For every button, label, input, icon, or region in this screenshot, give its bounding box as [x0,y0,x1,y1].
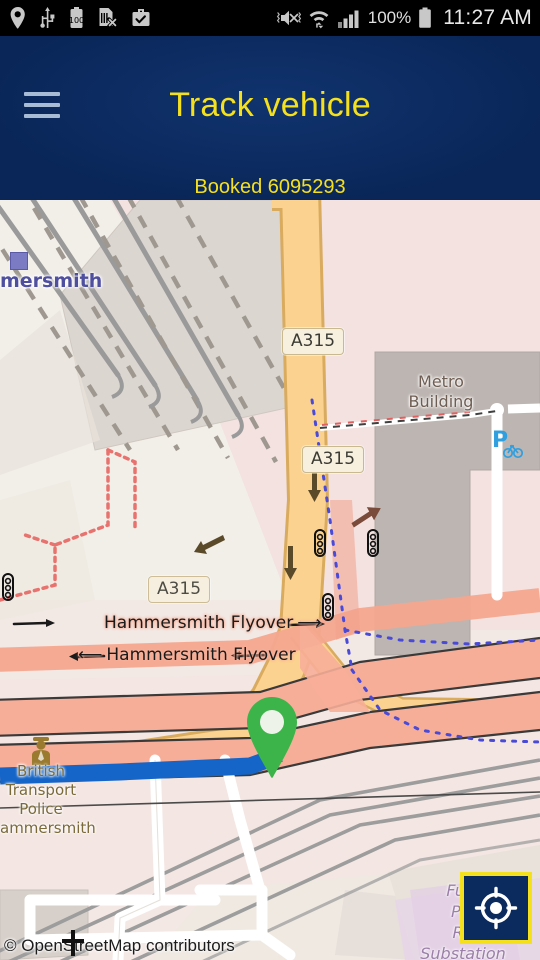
my-location-button[interactable] [460,872,532,944]
clock-label: 11:27 AM [443,6,532,29]
sd-card-removed-icon [99,8,117,28]
cellular-signal-icon [337,10,359,28]
status-bar-left-icons: 100 [0,7,151,29]
battery-icon [419,7,432,28]
battery-saver-100-icon: 100 [69,7,84,28]
svg-text:100: 100 [69,16,84,25]
map-canvas[interactable]: mersmith A315 A315 A315 Metro Building P [0,200,540,960]
status-bar: 100 100% 11:27 AM [0,0,540,36]
wifi-transfer-icon [309,11,329,29]
work-profile-icon [132,9,150,26]
status-bar-right-icons: 100% 11:27 AM [275,6,540,30]
location-icon [10,7,25,29]
map-attribution-label[interactable]: © OpenStreetMap contributors [4,936,235,956]
mute-vibrate-icon [276,10,301,26]
battery-percent-label: 100% [367,8,412,27]
app-header: Track vehicle Booked 6095293 [0,36,540,200]
crosshair-icon [474,886,518,930]
usb-icon [40,7,55,28]
page-title: Track vehicle [169,86,371,124]
map-vector-layer [0,200,540,960]
booking-status-label: Booked 6095293 [194,176,346,198]
phone-screen: 100 100% 11:27 AM Track vehicle Booked 6… [0,0,540,960]
